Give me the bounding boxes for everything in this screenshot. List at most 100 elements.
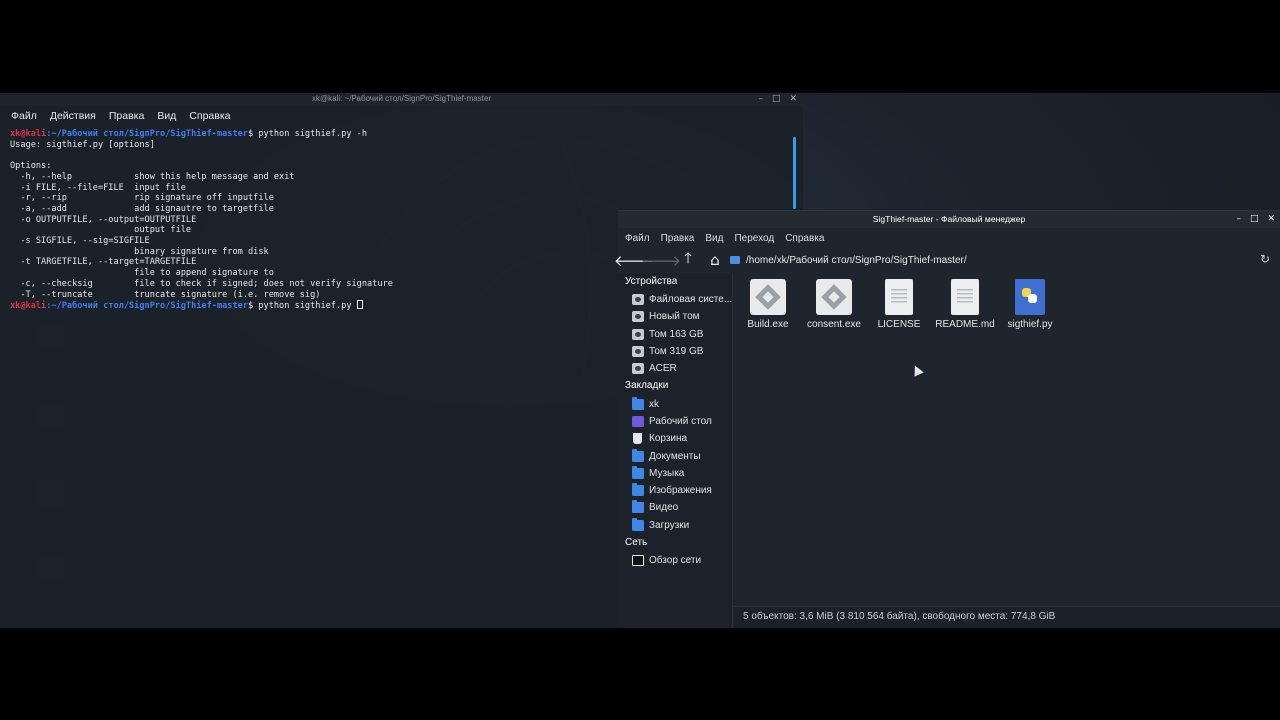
menu-view[interactable]: Вид xyxy=(157,110,176,122)
command-2: python sigthief.py xyxy=(253,301,357,312)
fm-menu-go[interactable]: Переход xyxy=(734,233,774,244)
home-folder-icon xyxy=(632,396,644,410)
sidebar-item-trash[interactable]: Корзина xyxy=(618,430,732,447)
fm-menubar: Файл Правка Вид Переход Справка xyxy=(618,228,1280,248)
sidebar-item-label: Загрузки xyxy=(649,519,690,531)
trash-icon xyxy=(633,433,642,445)
text-cursor xyxy=(356,300,363,310)
file-name: Build.exe xyxy=(747,319,789,330)
forward-arrow-icon[interactable]: 🡒 xyxy=(641,250,681,270)
sidebar-heading-bookmarks: Закладки xyxy=(625,380,669,392)
terminal-titlebar[interactable]: xk@kali: ~/Рабочий стол/SignPro/SigThief… xyxy=(0,93,803,106)
drive-icon xyxy=(632,294,644,306)
sidebar-heading-devices: Устройства xyxy=(625,276,678,287)
location-bar[interactable]: /home/xk/Рабочий стол/SignPro/SigThief-m… xyxy=(730,251,1274,269)
sidebar-item-music[interactable]: Музыка xyxy=(618,465,732,482)
home-icon[interactable]: ⌂ xyxy=(704,250,726,270)
sidebar-item-label: Новый том xyxy=(649,311,700,323)
sidebar-item-label: Рабочий стол xyxy=(649,415,712,427)
sidebar-item-downloads[interactable]: Загрузки xyxy=(618,517,732,534)
text-file-icon xyxy=(885,279,913,315)
desktop-folder-icon xyxy=(632,415,644,427)
file-name: consent.exe xyxy=(807,319,861,330)
sidebar-item-new-volume[interactable]: Новый том xyxy=(618,308,732,325)
sidebar-item-filesystem[interactable]: Файловая систе... xyxy=(618,291,732,308)
sidebar-item-label: ACER xyxy=(649,363,677,375)
prompt-user: xk@kali xyxy=(10,129,47,139)
sidebar-item-volume-319[interactable]: Том 319 GB xyxy=(618,343,732,360)
close-icon[interactable]: ✕ xyxy=(789,93,797,106)
python-file-icon xyxy=(1015,279,1045,315)
close-icon[interactable]: ✕ xyxy=(1267,211,1275,228)
menu-actions[interactable]: Действия xyxy=(50,110,96,122)
sidebar-item-volume-163[interactable]: Том 163 GB xyxy=(618,326,732,343)
drive-icon xyxy=(632,363,644,375)
sidebar-item-label: Том 163 GB xyxy=(649,328,704,340)
terminal-scrollbar[interactable] xyxy=(793,137,796,209)
file-item-build-exe[interactable]: Build.exe xyxy=(737,279,799,330)
location-path[interactable]: /home/xk/Рабочий стол/SignPro/SigThief-m… xyxy=(746,255,967,266)
fm-title: SigThief-master - Файловый менеджер xyxy=(872,214,1026,224)
up-arrow-icon[interactable]: 🡑 xyxy=(677,249,699,270)
videos-folder-icon xyxy=(632,500,644,514)
drive-icon xyxy=(632,311,644,323)
mouse-pointer-icon xyxy=(910,363,924,377)
fm-menu-edit[interactable]: Правка xyxy=(661,233,695,244)
text-file-icon xyxy=(951,279,979,315)
sidebar-item-desktop[interactable]: Рабочий стол xyxy=(618,413,732,430)
minimize-icon[interactable]: – xyxy=(1236,211,1241,228)
command-1: python sigthief.py -h xyxy=(253,129,368,139)
menu-help[interactable]: Справка xyxy=(189,110,230,122)
sidebar-item-label: Музыка xyxy=(649,467,685,479)
folder-icon xyxy=(730,256,740,264)
file-name: sigthief.py xyxy=(1007,319,1053,330)
fm-menu-help[interactable]: Справка xyxy=(785,233,824,244)
sidebar-item-videos[interactable]: Видео xyxy=(618,499,732,516)
prompt-user: xk@kali xyxy=(10,301,47,312)
sidebar-item-label: Файловая систе... xyxy=(649,294,732,306)
file-item-consent-exe[interactable]: consent.exe xyxy=(803,279,865,330)
minimize-icon[interactable]: – xyxy=(758,93,763,106)
file-name: LICENSE xyxy=(877,319,921,330)
prompt-path: :~/Рабочий стол/SignPro/SigThief-master xyxy=(46,129,248,139)
sidebar-item-label: Документы xyxy=(649,450,701,462)
refresh-icon[interactable]: ↻ xyxy=(1260,252,1270,266)
executable-file-icon xyxy=(816,279,852,315)
file-item-sigthief-py[interactable]: sigthief.py xyxy=(999,279,1061,330)
fm-titlebar[interactable]: SigThief-master - Файловый менеджер – □ … xyxy=(618,211,1280,228)
executable-file-icon xyxy=(750,279,786,315)
network-icon xyxy=(632,555,644,566)
file-manager-window[interactable]: SigThief-master - Файловый менеджер – □ … xyxy=(614,210,1280,628)
sidebar-item-pictures[interactable]: Изображения xyxy=(618,482,732,499)
file-name: README.md xyxy=(935,319,995,330)
fm-toolbar: 🡐 🡒 🡑 ⌂ /home/xk/Рабочий стол/SignPro/Si… xyxy=(614,248,1280,272)
fm-menu-file[interactable]: Файл xyxy=(625,233,650,244)
fm-sidebar: Устройства Файловая систе... Новый том Т… xyxy=(618,273,733,628)
sidebar-item-label: Видео xyxy=(649,502,679,514)
menu-file[interactable]: Файл xyxy=(11,110,37,122)
sidebar-heading-network: Сеть xyxy=(625,536,648,548)
menu-edit[interactable]: Правка xyxy=(109,110,144,122)
sidebar-item-documents[interactable]: Документы xyxy=(618,447,732,464)
downloads-folder-icon xyxy=(632,517,644,531)
fm-menu-view[interactable]: Вид xyxy=(705,233,723,244)
pictures-folder-icon xyxy=(632,483,644,497)
file-item-license[interactable]: LICENSE xyxy=(868,279,930,330)
music-folder-icon xyxy=(632,465,644,479)
sidebar-item-label: Корзина xyxy=(649,433,688,445)
drive-icon xyxy=(632,328,644,340)
sidebar-item-label: Изображения xyxy=(649,485,712,497)
documents-folder-icon xyxy=(632,448,644,462)
sidebar-item-acer[interactable]: ACER xyxy=(618,360,732,377)
command-output: Usage: sigthief.py [options] Options: -h… xyxy=(10,139,393,300)
maximize-icon[interactable]: □ xyxy=(772,93,781,106)
terminal-menubar: Файл Действия Правка Вид Справка xyxy=(0,106,803,125)
sidebar-item-home[interactable]: xk xyxy=(618,395,732,412)
file-view[interactable]: Build.exe consent.exe LICENSE README.md … xyxy=(734,273,1280,606)
sidebar-item-network[interactable]: Обзор сети xyxy=(618,552,732,569)
maximize-icon[interactable]: □ xyxy=(1250,211,1259,228)
prompt-path: :~/Рабочий стол/SignPro/SigThief-master xyxy=(46,301,248,312)
sidebar-item-label: Обзор сети xyxy=(649,555,702,566)
file-item-readme[interactable]: README.md xyxy=(934,279,996,330)
sidebar-item-label: xk xyxy=(649,398,659,410)
